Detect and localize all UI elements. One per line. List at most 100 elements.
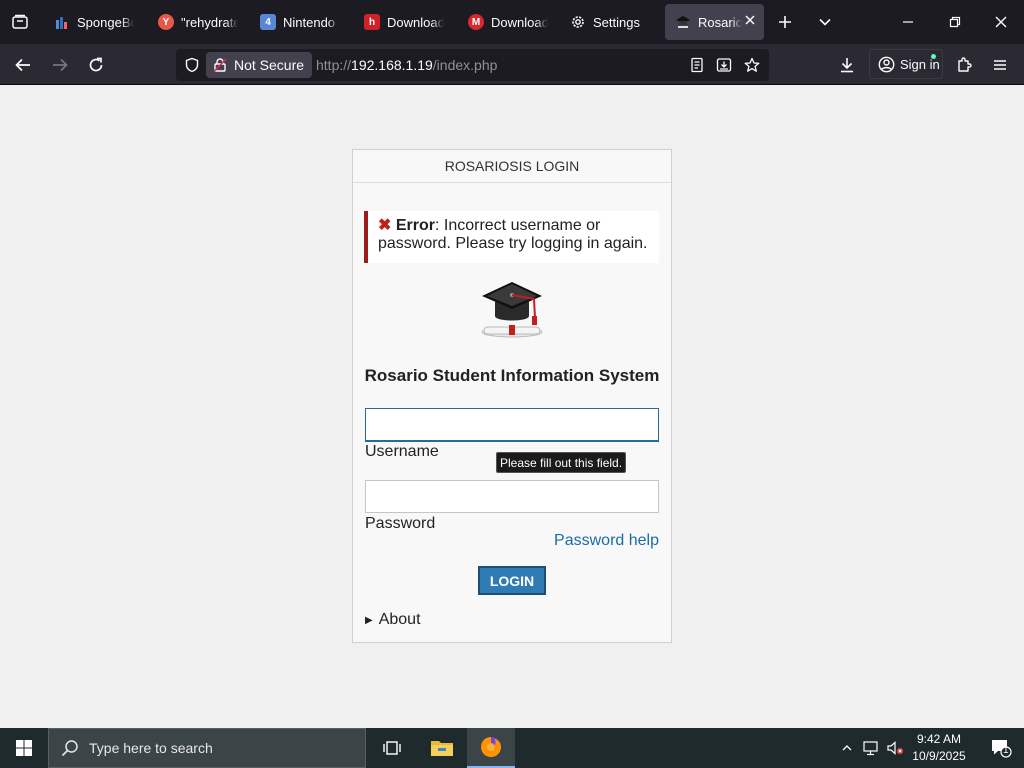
chevron-down-icon	[819, 18, 831, 26]
restore-window-button[interactable]	[941, 8, 969, 36]
notification-count: 1	[1003, 745, 1009, 756]
tab-overview-button[interactable]	[6, 8, 34, 36]
reload-icon	[89, 57, 103, 72]
chevron-up-icon	[842, 745, 852, 751]
tab-download-2[interactable]: M Download	[458, 4, 558, 40]
application-menu-button[interactable]	[985, 50, 1015, 80]
password-input[interactable]	[365, 480, 659, 513]
tab-download-1[interactable]: h Download	[354, 4, 454, 40]
firefox-icon	[481, 737, 501, 757]
reader-view-icon[interactable]	[687, 55, 707, 75]
search-icon	[61, 739, 79, 757]
tab-spongebob[interactable]: SpongeBob	[44, 4, 144, 40]
task-view-icon	[383, 741, 401, 755]
windows-taskbar: Type here to search 9:42 AM 10/9/2025 1	[0, 728, 1024, 768]
extensions-button[interactable]	[949, 50, 979, 80]
back-button[interactable]	[8, 50, 38, 80]
search-placeholder: Type here to search	[89, 740, 213, 756]
browser-tab-strip: SpongeBob Y "rehydrated 4 Nintendo S h D…	[0, 0, 1024, 44]
tab-rehydrated[interactable]: Y "rehydrated	[148, 4, 248, 40]
system-clock[interactable]: 9:42 AM 10/9/2025	[904, 731, 974, 765]
tab-label: Download	[387, 14, 444, 30]
tab-label: "rehydrated	[181, 14, 238, 30]
sign-in-button[interactable]: Sign in	[869, 49, 943, 79]
forward-button[interactable]	[45, 50, 75, 80]
url-text[interactable]: http://192.168.1.19/index.php	[316, 57, 497, 73]
minimize-icon	[903, 21, 913, 23]
show-hidden-icons-button[interactable]	[836, 728, 858, 768]
not-secure-indicator[interactable]: Not Secure	[206, 52, 313, 78]
puzzle-piece-icon	[958, 57, 972, 72]
volume-muted-icon	[887, 741, 904, 755]
minimize-window-button[interactable]	[894, 8, 922, 36]
username-label: Username	[365, 443, 439, 460]
tab-label: Rosario	[698, 14, 742, 30]
validation-tooltip: Please fill out this field.	[496, 452, 627, 473]
error-x-icon: ✖	[378, 217, 392, 234]
clock-time: 9:42 AM	[916, 732, 962, 746]
close-icon	[995, 16, 1007, 28]
tab-rosario[interactable]: Rosario	[665, 4, 764, 40]
system-title: Rosario Student Information System	[364, 366, 660, 385]
clock-date: 10/9/2025	[912, 749, 966, 763]
password-help-link[interactable]: Password help	[554, 532, 659, 550]
arrow-left-icon	[15, 58, 30, 72]
not-secure-label: Not Secure	[234, 57, 305, 73]
url-scheme: http://	[316, 57, 352, 73]
close-window-button[interactable]	[987, 8, 1015, 36]
windows-logo-icon	[16, 740, 32, 756]
tab-nintendo[interactable]: 4 Nintendo S	[250, 4, 350, 40]
folder-icon	[431, 741, 453, 756]
taskbar-search-box[interactable]: Type here to search	[48, 728, 366, 768]
save-to-pocket-icon[interactable]	[714, 55, 734, 75]
bookmark-star-icon[interactable]	[742, 55, 762, 75]
volume-tray-button[interactable]	[884, 728, 906, 768]
insecure-lock-icon	[212, 57, 228, 73]
task-view-button[interactable]	[368, 728, 416, 768]
about-label: About	[378, 611, 421, 628]
password-label: Password	[365, 515, 436, 532]
disclosure-triangle-icon: ▶	[365, 614, 373, 626]
tab-label: Nintendo S	[283, 14, 340, 30]
error-prefix: Error	[395, 217, 435, 234]
file-explorer-taskbar-button[interactable]	[418, 728, 466, 768]
tab-label: SpongeBob	[77, 14, 134, 30]
restore-icon	[949, 16, 961, 28]
download-favicon-icon: h	[364, 14, 380, 30]
gear-icon	[570, 14, 586, 30]
arrow-right-icon	[53, 58, 68, 72]
username-input[interactable]	[365, 408, 659, 441]
tracking-protection-icon[interactable]	[182, 55, 202, 75]
account-icon	[878, 56, 895, 73]
network-icon	[863, 741, 878, 756]
notification-dot	[931, 54, 936, 59]
tab-label: Settings	[593, 14, 640, 30]
tab-label: Download	[491, 14, 548, 30]
navigation-toolbar: Not Secure http://192.168.1.19/index.php…	[0, 44, 1024, 85]
list-all-tabs-button[interactable]	[811, 8, 839, 36]
new-tab-button[interactable]	[771, 8, 799, 36]
start-button[interactable]	[0, 728, 48, 768]
mega-favicon-icon: M	[468, 14, 484, 30]
tab-list-icon	[12, 14, 28, 29]
about-disclosure[interactable]: ▶ About	[365, 611, 421, 629]
url-host: 192.168.1.19	[351, 57, 433, 73]
login-button[interactable]: LOGIN	[478, 566, 546, 595]
action-center-button[interactable]: 1	[978, 728, 1024, 768]
url-path: /index.php	[432, 57, 498, 73]
login-panel-header: ROSARIOSIS LOGIN	[353, 150, 671, 183]
page-viewport: ROSARIOSIS LOGIN ✖ Error: Incorrect user…	[0, 85, 1024, 728]
close-tab-icon[interactable]	[744, 14, 756, 29]
spongebob-favicon-icon	[54, 14, 70, 30]
rosario-favicon-icon	[675, 14, 691, 30]
network-tray-button[interactable]	[860, 728, 882, 768]
downloads-button[interactable]	[832, 50, 862, 80]
reload-button[interactable]	[81, 50, 111, 80]
tab-settings[interactable]: Settings	[560, 4, 660, 40]
y-favicon-icon: Y	[158, 14, 174, 30]
download-icon	[841, 58, 853, 73]
graduation-cap-logo	[479, 278, 545, 344]
error-message-box: ✖ Error: Incorrect username or password.…	[364, 211, 659, 263]
address-bar[interactable]: Not Secure http://192.168.1.19/index.php	[176, 49, 769, 81]
firefox-taskbar-button[interactable]	[467, 728, 515, 768]
